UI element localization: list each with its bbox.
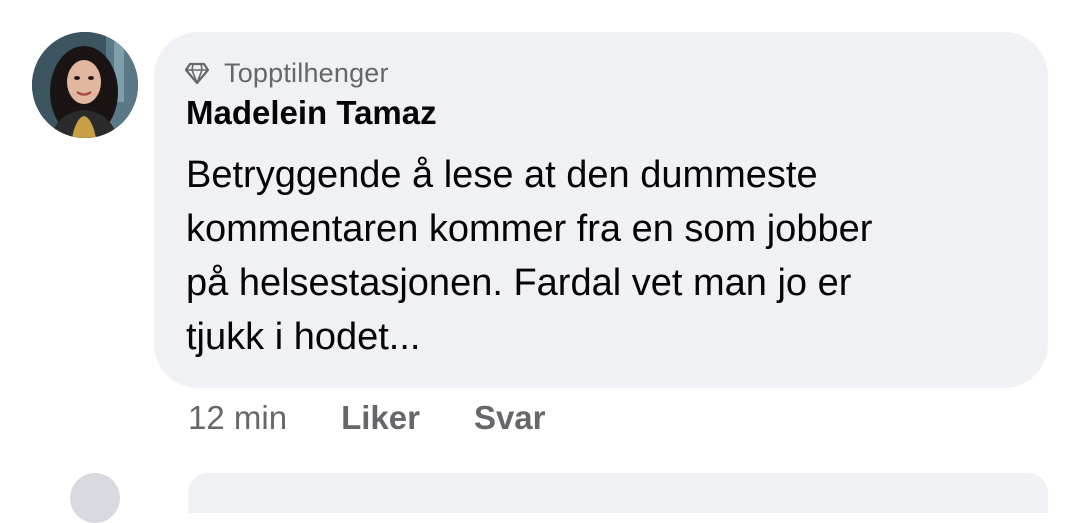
comment-text: Betryggende å lese at den dummeste komme…	[186, 148, 1026, 364]
avatar-image	[32, 32, 138, 138]
diamond-icon	[184, 60, 210, 86]
comment-text-line: kommentaren kommer fra en som jobber	[186, 208, 873, 250]
author-name[interactable]: Madelein Tamaz	[186, 94, 437, 132]
badge-label: Topptilhenger	[224, 57, 389, 88]
timestamp[interactable]: 12 min	[188, 399, 287, 437]
comment-actions: 12 min Liker Svar	[188, 393, 600, 443]
comment: Topptilhenger Madelein Tamaz Betryggende…	[0, 0, 1080, 523]
comment-text-line: Betryggende å lese at den dummeste	[186, 154, 818, 196]
next-comment-avatar[interactable]	[70, 473, 120, 523]
comment-text-line: tjukk i hodet...	[186, 316, 421, 358]
comment-bubble: Topptilhenger Madelein Tamaz Betryggende…	[154, 32, 1048, 388]
avatar[interactable]	[32, 32, 138, 138]
comment-text-line: på helsestasjonen. Fardal vet man jo er	[186, 262, 852, 304]
reply-button[interactable]: Svar	[474, 399, 546, 437]
top-fan-badge: Topptilhenger	[184, 56, 389, 90]
next-comment-bubble	[188, 473, 1048, 513]
like-button[interactable]: Liker	[341, 399, 420, 437]
